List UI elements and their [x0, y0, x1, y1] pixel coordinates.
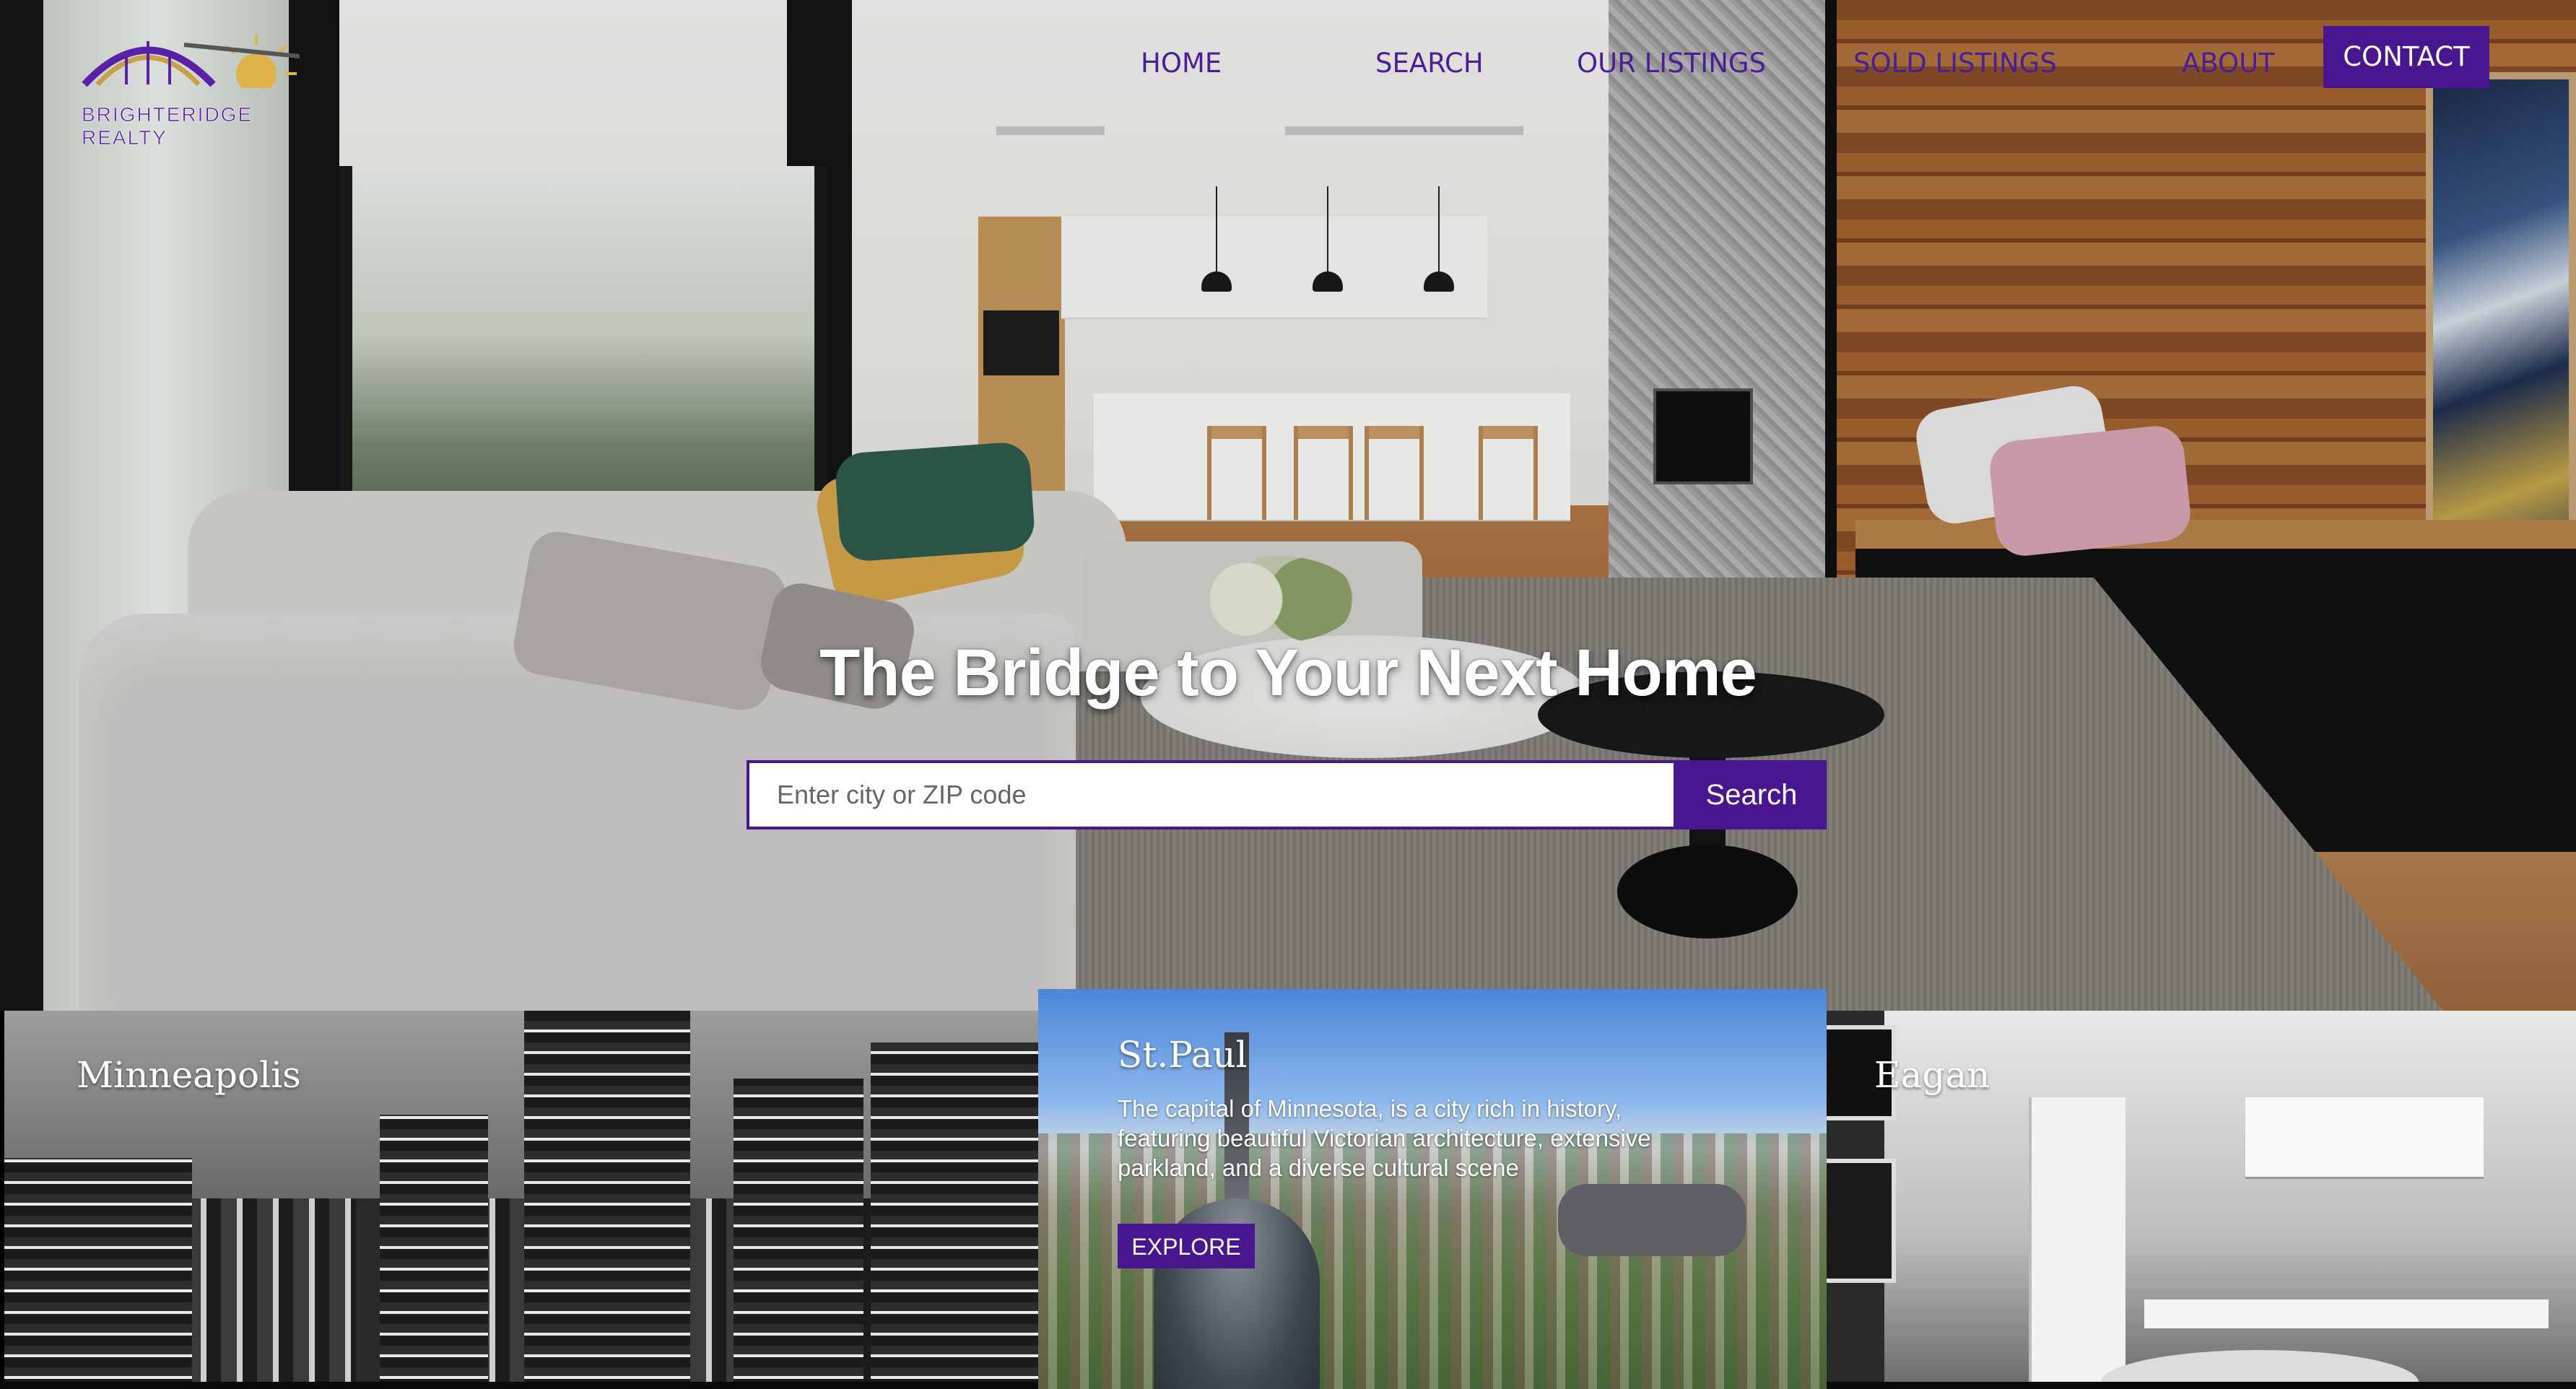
- nav-item-search[interactable]: SEARCH: [1375, 42, 1484, 85]
- search-button[interactable]: Search: [1676, 760, 1827, 830]
- city-tile-minneapolis[interactable]: Minneapolis: [4, 1011, 1038, 1389]
- search-input[interactable]: [747, 760, 1676, 830]
- city-description: The capital of Minnesota, is a city rich…: [1118, 1095, 1651, 1181]
- nav-item-our-listings[interactable]: OUR LISTINGS: [1577, 42, 1766, 85]
- nav-contact-button[interactable]: CONTACT: [2323, 26, 2489, 88]
- hero-headline: The Bridge to Your Next Home: [819, 636, 1757, 710]
- nav-item-home[interactable]: HOME: [1141, 42, 1222, 85]
- explore-button[interactable]: EXPLORE: [1118, 1224, 1255, 1268]
- hero-search-bar: Search: [747, 760, 1827, 830]
- hero-background-image: [0, 0, 2576, 1011]
- main-nav: HOME SEARCH OUR LISTINGS SOLD LISTINGS A…: [0, 42, 2576, 85]
- city-tile-eagan[interactable]: Eagan: [1798, 1011, 2576, 1389]
- city-name: Eagan: [1874, 1054, 1990, 1096]
- city-tile-st-paul[interactable]: St.Paul The capital of Minnesota, is a c…: [1038, 989, 1827, 1389]
- city-name: St.Paul: [1118, 1034, 1248, 1076]
- city-name: Minneapolis: [77, 1054, 301, 1096]
- nav-item-sold-listings[interactable]: SOLD LISTINGS: [1853, 42, 2057, 85]
- site-header: BRIGHTERIDGE REALTY HOME SEARCH OUR LIST…: [0, 0, 2576, 149]
- brand-name: BRIGHTERIDGE REALTY: [82, 103, 253, 149]
- nav-item-about[interactable]: ABOUT: [2182, 42, 2275, 85]
